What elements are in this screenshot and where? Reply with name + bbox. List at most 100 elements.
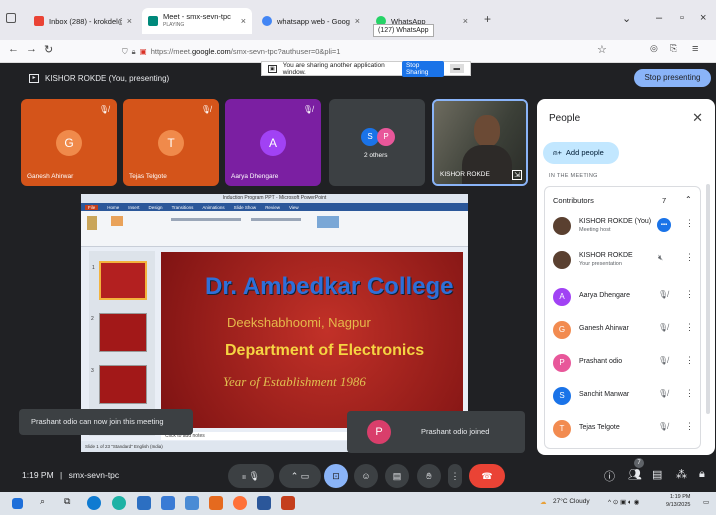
participant-tile-ganesh[interactable]: 🎙︎̸ G Ganesh Ahirwar xyxy=(21,99,117,186)
close-icon[interactable]: ✕ xyxy=(692,110,703,126)
meeting-time: 1:19 PM xyxy=(22,470,54,480)
windows-start-icon[interactable] xyxy=(12,498,23,509)
tab-list-icon[interactable] xyxy=(6,13,16,23)
address-bar[interactable]: ⛉ 🔒︎ ▣ https://meet.google.com/smx-sevn-… xyxy=(122,44,592,59)
search-icon[interactable]: ⌕ xyxy=(40,496,45,507)
task-view-icon[interactable]: ⧉ xyxy=(64,496,70,507)
window-close-icon[interactable]: × xyxy=(700,12,706,24)
mic-button[interactable]: ıı 🎙︎ xyxy=(228,464,274,488)
ribbon-tab[interactable]: Review xyxy=(265,205,280,210)
more-options-icon[interactable]: ⋮ xyxy=(685,289,694,300)
menu-icon[interactable]: ≡ xyxy=(692,43,698,55)
close-icon[interactable]: × xyxy=(127,16,132,26)
slide-thumbnail[interactable]: 2 xyxy=(91,313,147,352)
tray-icons[interactable]: ^ ⊙ ▣ 🔈︎ ◉ xyxy=(608,498,639,507)
font-controls[interactable] xyxy=(171,218,241,221)
tab-overflow-icon[interactable]: ⌄ xyxy=(622,12,631,25)
close-icon[interactable]: × xyxy=(463,16,468,26)
shapes-icon[interactable] xyxy=(317,216,339,228)
add-people-button[interactable]: ⍝+ Add people xyxy=(543,142,619,164)
ribbon-tab[interactable]: Home xyxy=(107,205,119,210)
tab-gmail[interactable]: Inbox (288) - krokdel@gmail.co × xyxy=(28,8,138,34)
close-icon[interactable]: × xyxy=(241,16,246,26)
more-options-icon[interactable]: ⋮ xyxy=(685,388,694,399)
participant-row[interactable]: S Sanchit Manwar 🎙︎̸ ⋮ xyxy=(553,383,701,413)
taskbar-time[interactable]: 1:19 PM xyxy=(670,494,690,500)
scrollbar[interactable] xyxy=(706,184,710,414)
close-icon[interactable]: × xyxy=(355,16,360,26)
people-panel: People ✕ ⍝+ Add people IN THE MEETING Con… xyxy=(537,99,715,455)
ribbon-tab[interactable]: View xyxy=(289,205,299,210)
participant-row[interactable]: G Ganesh Ahirwar 🎙︎̸ ⋮ xyxy=(553,317,701,347)
tab-meet[interactable]: Meet - smx-sevn-tpc PLAYING × xyxy=(142,8,252,34)
paste-icon[interactable] xyxy=(87,216,97,230)
camera-permission-icon[interactable]: ▣ xyxy=(140,47,147,56)
notifications-icon[interactable]: ▭ xyxy=(703,498,709,506)
participant-row[interactable]: KISHOR ROKDE Your presentation 🔇︎ ⋮ xyxy=(553,247,701,277)
participant-tile-others[interactable]: S P 2 others xyxy=(329,99,425,186)
more-options-icon[interactable]: ⋮ xyxy=(685,421,694,432)
hide-button[interactable]: ▬ xyxy=(449,64,464,73)
minimize-icon[interactable]: – xyxy=(656,12,662,24)
settings-icon[interactable] xyxy=(185,496,199,510)
ribbon-tab[interactable]: File xyxy=(85,204,99,210)
participant-row[interactable]: T Tejas Telgote 🎙︎̸ ⋮ xyxy=(553,416,701,446)
account-icon[interactable]: ◎ xyxy=(650,43,658,54)
bookmark-star-icon[interactable]: ☆ xyxy=(597,43,607,56)
more-options-icon[interactable]: ⋮ xyxy=(685,252,694,263)
more-options-icon[interactable]: ⋮ xyxy=(685,218,694,229)
ribbon-tab[interactable]: Transitions xyxy=(172,205,194,210)
tab-google-search[interactable]: whatsapp web - Google Search × xyxy=(256,8,366,34)
captions-icon: ▤ xyxy=(392,471,402,481)
paragraph-controls[interactable] xyxy=(251,218,301,221)
ribbon-tab[interactable]: Animations xyxy=(202,205,224,210)
edge-icon[interactable] xyxy=(112,496,126,510)
ribbon-tab[interactable]: Design xyxy=(149,205,163,210)
more-options-button[interactable]: ⋮ xyxy=(448,464,462,488)
slide-thumbnail[interactable]: 1 xyxy=(92,261,147,300)
people-icon[interactable]: 👥︎ xyxy=(628,468,642,481)
extensions-icon[interactable]: ⎘ xyxy=(670,43,677,54)
participant-row[interactable]: P Prashant odio 🎙︎̸ ⋮ xyxy=(553,350,701,380)
forward-icon[interactable]: → xyxy=(26,43,37,55)
ribbon-tab[interactable]: Insert xyxy=(128,205,139,210)
maximize-icon[interactable]: ▫ xyxy=(680,12,684,24)
stop-sharing-button[interactable]: Stop Sharing xyxy=(401,60,444,77)
back-icon[interactable]: ← xyxy=(8,43,19,55)
new-tab-button[interactable]: + xyxy=(484,12,491,26)
activities-icon[interactable]: ⁂ xyxy=(676,468,687,481)
leave-call-button[interactable]: ☎ xyxy=(469,464,505,488)
present-button[interactable]: ⊡ xyxy=(324,464,348,488)
store-icon[interactable] xyxy=(161,496,175,510)
captions-button[interactable]: ▤ xyxy=(385,464,409,488)
pip-icon[interactable]: ⇲ xyxy=(512,170,522,180)
weather-text[interactable]: 27°C Cloudy xyxy=(553,498,590,505)
firefox-icon[interactable] xyxy=(233,496,247,510)
participant-tile-self[interactable]: KISHOR ROKDE ⇲ xyxy=(432,99,528,186)
powerpoint-icon[interactable] xyxy=(281,496,295,510)
stop-presenting-button[interactable]: Stop presenting xyxy=(634,69,711,87)
new-slide-icon[interactable] xyxy=(111,216,123,226)
tab-label: Meet - smx-sevn-tpc xyxy=(163,12,231,21)
participant-row[interactable]: KISHOR ROKDE (You) Meeting host ▪▪▪ ⋮ xyxy=(553,213,701,243)
reload-icon[interactable]: ↻ xyxy=(44,43,53,56)
host-controls-icon[interactable]: 🔒︎ xyxy=(699,468,705,481)
more-options-icon[interactable]: ⋮ xyxy=(685,355,694,366)
camera-button[interactable]: ⌃ ▭ xyxy=(279,464,321,488)
more-options-icon[interactable]: ⋮ xyxy=(685,322,694,333)
info-icon[interactable]: ⓘ xyxy=(604,468,615,484)
file-explorer-icon[interactable] xyxy=(137,496,151,510)
word-icon[interactable] xyxy=(257,496,271,510)
slide-thumbnail[interactable]: 3 xyxy=(91,365,147,404)
taskbar-date[interactable]: 9/13/2025 xyxy=(666,502,690,508)
chevron-up-icon[interactable]: ⌃ xyxy=(685,195,692,204)
chat-icon[interactable]: ▤ xyxy=(652,468,662,481)
raise-hand-button[interactable]: ✋︎ xyxy=(417,464,441,488)
reactions-button[interactable]: ☺ xyxy=(354,464,378,488)
participant-row[interactable]: A Aarya Dhengare 🎙︎̸ ⋮ xyxy=(553,284,701,314)
participant-tile-tejas[interactable]: 🎙︎̸ T Tejas Telgote xyxy=(123,99,219,186)
app-icon[interactable] xyxy=(209,496,223,510)
ribbon-tab[interactable]: Slide Show xyxy=(234,205,257,210)
participant-tile-aarya[interactable]: 🎙︎̸ A Aarya Dhengare xyxy=(225,99,321,186)
app-icon[interactable] xyxy=(87,496,101,510)
